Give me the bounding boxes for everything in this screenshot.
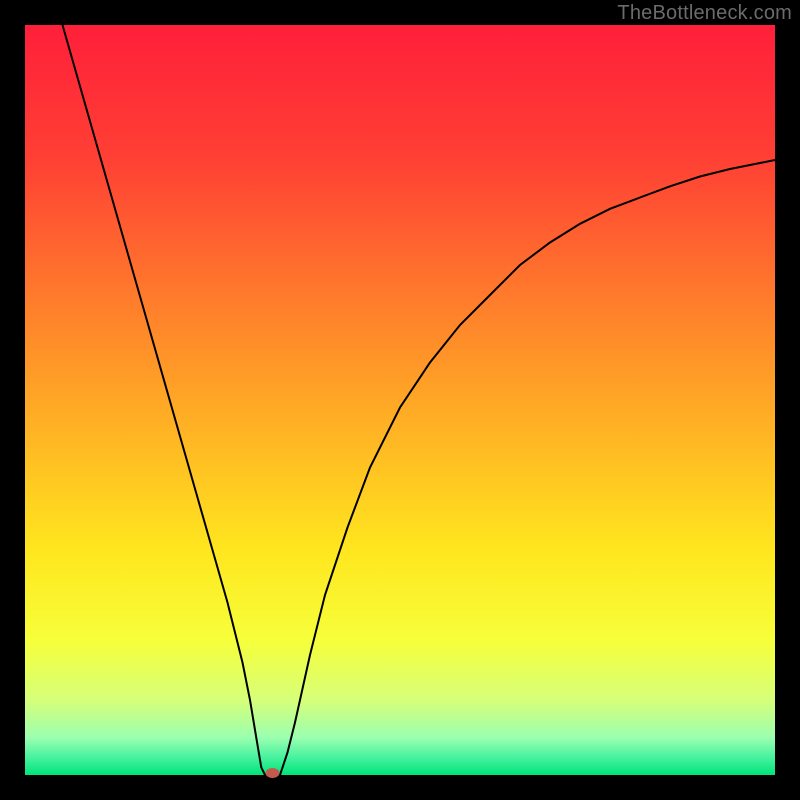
chart-svg [25, 25, 775, 775]
optimal-point-marker [266, 768, 280, 778]
chart-frame: TheBottleneck.com [0, 0, 800, 800]
watermark-text: TheBottleneck.com [617, 2, 792, 25]
bottleneck-curve [63, 25, 776, 775]
